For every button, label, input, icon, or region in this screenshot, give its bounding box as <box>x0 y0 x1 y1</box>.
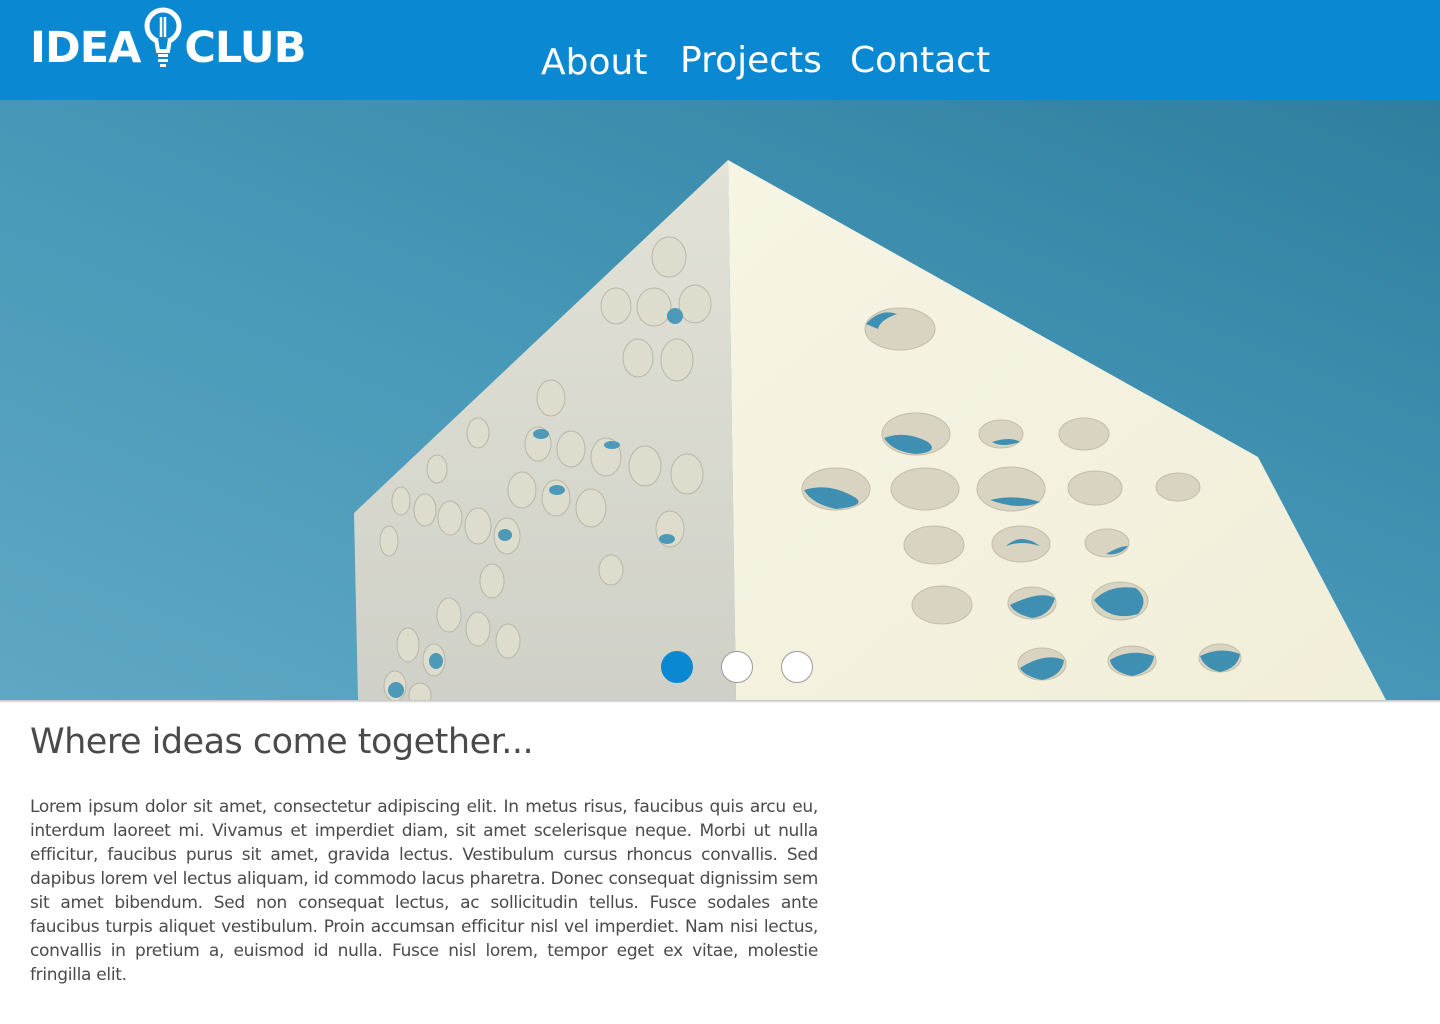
nav-link-about[interactable]: About <box>541 42 647 83</box>
carousel-dot-2[interactable] <box>721 651 753 683</box>
nav-link-projects[interactable]: Projects <box>680 40 822 81</box>
hero-image <box>0 100 1440 700</box>
site-header: IDEA CLUB About Projects Contact <box>0 0 1440 100</box>
hero-bottom-shadow <box>0 700 1440 703</box>
nav-link-contact[interactable]: Contact <box>850 40 990 81</box>
carousel-dot-1[interactable] <box>661 651 693 683</box>
hero-carousel <box>0 100 1440 700</box>
page-headline: Where ideas come together... <box>30 722 534 762</box>
intro-paragraph: Lorem ipsum dolor sit amet, consectetur … <box>30 797 818 985</box>
logo[interactable]: IDEA CLUB <box>30 7 306 88</box>
logo-word-club: CLUB <box>184 23 306 73</box>
carousel-dot-3[interactable] <box>781 651 813 683</box>
lightbulb-icon <box>144 7 182 67</box>
logo-word-idea: IDEA <box>30 23 141 73</box>
